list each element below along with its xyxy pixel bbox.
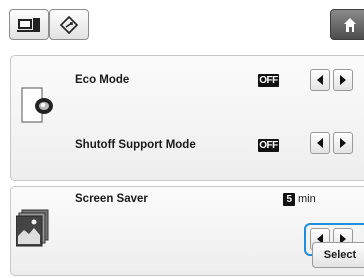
home-icon [344,17,356,32]
left-arrow-icon [317,75,323,85]
eco-mode-increase-button[interactable] [333,69,353,91]
shutoff-support-mode-value: OFF [258,139,279,152]
left-arrow-icon [317,138,323,148]
shutoff-support-increase-button[interactable] [333,132,353,154]
eco-mode-icon [21,87,53,123]
embroidery-machine-icon [17,17,40,32]
select-button[interactable]: Select [312,242,364,268]
screen-saver-unit: min [298,193,316,205]
screen-saver-icon [16,209,49,247]
right-arrow-icon [340,138,346,148]
shutoff-support-mode-label: Shutoff Support Mode [75,139,196,151]
screen-saver-value: 5 [283,193,295,206]
eco-mode-label: Eco Mode [75,74,130,86]
eco-mode-decrease-button[interactable] [310,69,330,91]
top-toolbar [0,0,364,47]
settings-diamond-icon [59,15,79,34]
right-arrow-icon [340,75,346,85]
settings-button[interactable] [49,9,89,40]
screen-saver-label: Screen Saver [75,193,148,205]
home-button[interactable] [330,9,364,40]
machine-view-button[interactable] [9,9,49,40]
eco-mode-value: OFF [258,74,279,87]
shutoff-support-decrease-button[interactable] [310,132,330,154]
